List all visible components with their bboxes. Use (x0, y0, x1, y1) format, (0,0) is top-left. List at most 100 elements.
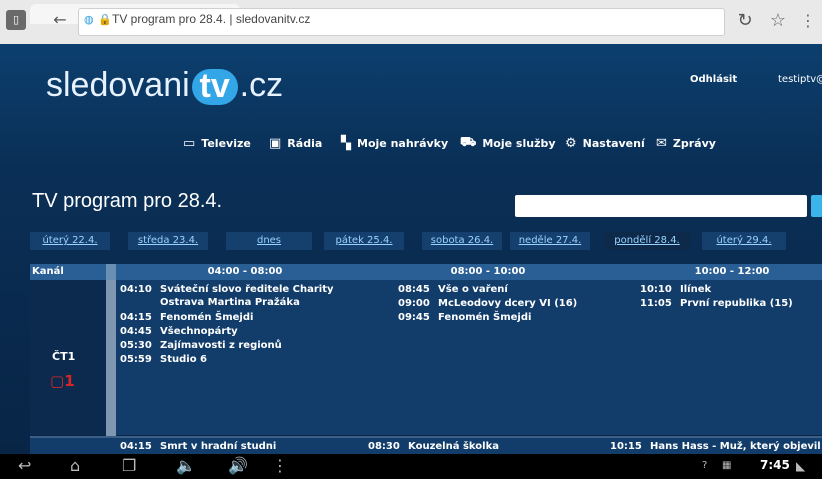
program-title: Všechnopárty (160, 326, 238, 337)
program-time: 04:15 (120, 312, 152, 323)
program-item[interactable]: 10:15 Hans Hass - Muž, který objevil (610, 440, 821, 453)
notification-icon[interactable]: ? (702, 456, 707, 476)
program-item[interactable]: 04:10 Sváteční slovo ředitele Charity (120, 283, 334, 296)
program-time: 10:10 (640, 284, 672, 295)
gear-icon: ⚙ (565, 135, 577, 151)
program-time: 05:59 (120, 354, 152, 365)
time-slot-header: 10:00 - 12:00 (694, 266, 770, 277)
back-icon[interactable]: ← (50, 10, 70, 30)
nav-label: Moje služby (482, 136, 556, 150)
day-tab[interactable]: pátek 25.4. (324, 232, 404, 250)
nav-item-zpravy[interactable]: ✉ Zprávy (656, 132, 716, 154)
reload-icon[interactable]: ↻ (735, 10, 755, 32)
vertical-scrollbar[interactable] (106, 280, 116, 454)
channel-logo: ▢1 (50, 372, 75, 390)
recent-apps-icon[interactable]: ❐ (122, 456, 136, 476)
program-row: 04:10 Sváteční slovo ředitele Charity Ost… (116, 280, 822, 435)
overflow-menu-icon[interactable]: ⋮ (272, 456, 288, 476)
page-title: TV program pro 28.4. (32, 190, 223, 212)
logo-text-left: sledovani (46, 66, 190, 104)
program-item[interactable]: 04:15 Fenomén Šmejdi (120, 311, 253, 324)
program-item[interactable]: 08:30 Kouzelná školka (368, 440, 499, 453)
program-time: 08:45 (398, 284, 430, 295)
nav-item-televize[interactable]: ▭ Televize (183, 132, 251, 154)
nav-label: Rádia (287, 136, 323, 150)
program-item[interactable]: 09:00 McLeodovy dcery VI (16) (398, 297, 577, 310)
nav-item-moje-sluzby[interactable]: ⛟ Moje služby (460, 132, 556, 154)
program-title: Fenomén Šmejdi (438, 312, 532, 323)
program-item-cont[interactable]: Ostrava Martina Pražáka (120, 296, 300, 309)
time-slot-header: 04:00 - 08:00 (207, 266, 283, 277)
user-account-link[interactable]: testiptv@ (778, 74, 822, 85)
page: sledovani tv .cz Odhlásit testiptv@ ▭ Telev… (0, 44, 822, 454)
channel-column-header: Kanál (32, 266, 64, 277)
logo-text-right: .cz (239, 66, 284, 104)
day-tab[interactable]: úterý 29.4. (702, 232, 786, 250)
program-item[interactable]: 05:30 Zajímavosti z regionů (120, 339, 282, 352)
program-title: Vše o vaření (438, 284, 508, 295)
program-title: Zajímavosti z regionů (160, 340, 282, 351)
channel-cell[interactable]: ČT1 ▢1 (30, 280, 106, 435)
home-nav-icon[interactable]: ⌂ (70, 456, 80, 476)
tab-icon[interactable]: ▯ (6, 10, 26, 30)
search-input[interactable] (515, 195, 807, 217)
back-nav-icon[interactable]: ↩ (18, 456, 31, 476)
star-icon[interactable]: ☆ (768, 10, 788, 32)
program-item[interactable]: 05:59 Studio 6 (120, 353, 207, 366)
epg-grid: Kanál 04:00 - 08:00 08:00 - 10:00 10:00 … (30, 264, 822, 454)
day-tab[interactable]: neděle 27.4. (510, 232, 590, 250)
channel-name: ČT1 (52, 350, 76, 363)
program-title: Studio 6 (160, 354, 207, 365)
program-time: 04:15 (120, 441, 152, 452)
program-time: 04:45 (120, 326, 152, 337)
program-title: První republika (15) (680, 298, 793, 309)
program-time: 08:30 (368, 441, 400, 452)
lock-icon: 🔒 (98, 13, 112, 26)
program-title: Smrt v hradní studni (160, 441, 277, 452)
program-item[interactable]: 10:10 Ilínek (640, 283, 711, 296)
nav-label: Televize (201, 136, 251, 150)
gallery-icon[interactable]: ▦ (722, 456, 731, 476)
program-title: Hans Hass - Muž, který objevil (650, 441, 821, 452)
program-time: 11:05 (640, 298, 672, 309)
nav-item-nastaveni[interactable]: ⚙ Nastavení (565, 132, 645, 154)
nav-label: Zprávy (672, 136, 716, 150)
system-nav-bar: ↩ ⌂ ❐ 🔈 🔊 ⋮ ? ▦ ◣ (0, 454, 822, 479)
program-time: 09:00 (398, 298, 430, 309)
nav-item-moje-nahravky[interactable]: ▚ Moje nahrávky (341, 132, 448, 154)
day-tab-active[interactable]: pondělí 28.4. (604, 232, 690, 250)
program-item[interactable]: 08:45 Vše o vaření (398, 283, 508, 296)
radio-icon: ▣ (269, 135, 282, 151)
day-tab[interactable]: dnes (226, 232, 312, 250)
program-item[interactable]: 04:45 Všechnopárty (120, 325, 238, 338)
program-time: 09:45 (398, 312, 430, 323)
program-row: 04:15 Smrt v hradní studni 08:30 Kouzelná … (30, 438, 822, 454)
program-item[interactable]: 11:05 První republika (15) (640, 297, 793, 310)
volume-up-icon[interactable]: 🔊 (228, 456, 248, 476)
scroll-left-arrow[interactable] (106, 264, 116, 280)
day-tab[interactable]: sobota 26.4. (422, 232, 502, 250)
wifi-icon: ◣ (796, 459, 806, 473)
mail-icon: ✉ (656, 135, 667, 151)
day-tab[interactable]: úterý 22.4. (30, 232, 110, 250)
tv-icon: ▭ (183, 135, 196, 151)
nav-item-radia[interactable]: ▣ Rádia (269, 132, 322, 154)
search-button[interactable] (811, 195, 822, 217)
day-tab[interactable]: středa 23.4. (128, 232, 208, 250)
url-text[interactable]: TV program pro 28.4. | sledovanitv.cz (112, 12, 310, 26)
recordings-icon: ▚ (341, 135, 351, 151)
program-item[interactable]: 04:15 Smrt v hradní studni (120, 440, 276, 453)
program-title: Ilínek (680, 284, 712, 295)
menu-icon[interactable]: ⋮ (800, 10, 816, 32)
time-slot-header: 08:00 - 10:00 (450, 266, 526, 277)
site-logo[interactable]: sledovani tv .cz (46, 66, 284, 106)
volume-down-icon[interactable]: 🔈 (176, 456, 196, 476)
channel-logo-number: 1 (64, 372, 75, 390)
program-time: 04:10 (120, 284, 152, 295)
program-time: 10:15 (610, 441, 642, 452)
program-time: 05:30 (120, 340, 152, 351)
program-title: Kouzelná školka (408, 441, 499, 452)
logout-link[interactable]: Odhlásit (690, 74, 737, 85)
program-title: Sváteční slovo ředitele Charity (160, 284, 334, 295)
program-item[interactable]: 09:45 Fenomén Šmejdi (398, 311, 531, 324)
